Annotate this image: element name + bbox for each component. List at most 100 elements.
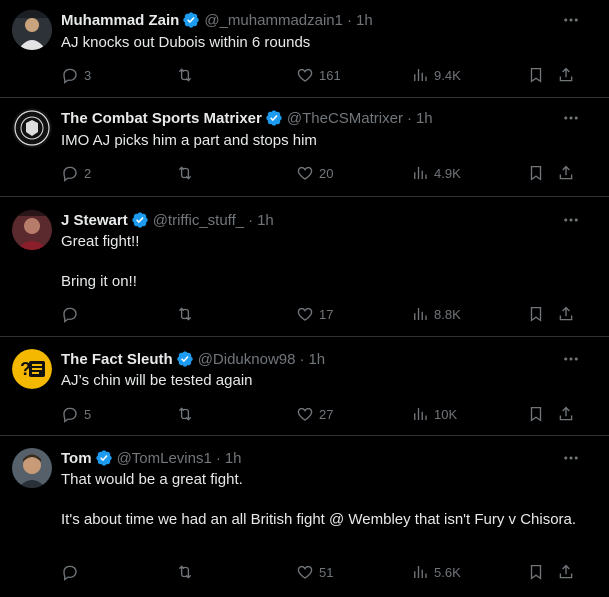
heart-icon — [297, 307, 313, 321]
timestamp[interactable]: 1h — [416, 110, 433, 127]
share-icon — [559, 67, 573, 82]
heart-icon — [297, 166, 313, 180]
like-count: 20 — [319, 165, 334, 181]
views-button[interactable]: 4.9K — [411, 163, 461, 183]
tweet[interactable]: The Combat Sports Matrixer @TheCSMatrixe… — [0, 98, 609, 197]
repost-icon — [178, 166, 192, 180]
like-button[interactable]: 17 — [296, 304, 333, 324]
tweet-text-line: Bring it on!! — [61, 273, 137, 290]
like-count: 161 — [319, 67, 341, 83]
bookmark-icon — [530, 306, 542, 322]
more-options-icon[interactable] — [561, 108, 581, 128]
reply-count: 5 — [84, 406, 92, 422]
view-count: 5.6K — [434, 564, 461, 580]
handle[interactable]: @Diduknow98 — [198, 351, 296, 368]
more-options-icon[interactable] — [561, 349, 581, 369]
tweet-text-line: Great fight!! — [61, 233, 140, 250]
tweet-header: The Fact Sleuth @Diduknow98 · 1h — [61, 349, 325, 369]
verified-badge-icon — [183, 12, 200, 28]
views-button[interactable]: 10K — [411, 404, 457, 424]
share-button[interactable] — [557, 65, 575, 85]
tweet-text: IMO AJ picks him a part and stops him — [61, 131, 581, 151]
reply-button[interactable] — [61, 562, 84, 582]
display-name[interactable]: Muhammad Zain — [61, 12, 179, 29]
share-button[interactable] — [557, 404, 575, 424]
heart-icon — [297, 565, 313, 579]
share-button[interactable] — [557, 562, 575, 582]
display-name[interactable]: J Stewart — [61, 212, 128, 229]
like-button[interactable]: 27 — [296, 404, 333, 424]
reply-button[interactable]: 3 — [61, 65, 91, 85]
analytics-icon — [414, 167, 427, 179]
avatar[interactable] — [12, 108, 52, 148]
handle[interactable]: @TheCSMatrixer — [287, 110, 403, 127]
views-button[interactable]: 5.6K — [411, 562, 461, 582]
display-name[interactable]: The Combat Sports Matrixer — [61, 110, 262, 127]
repost-button[interactable] — [176, 65, 199, 85]
analytics-icon — [414, 308, 427, 320]
reply-button[interactable] — [61, 304, 84, 324]
view-count: 4.9K — [434, 165, 461, 181]
display-name[interactable]: The Fact Sleuth — [61, 351, 173, 368]
more-options-icon[interactable] — [561, 10, 581, 30]
views-button[interactable]: 8.8K — [411, 304, 461, 324]
analytics-icon — [414, 408, 427, 420]
like-button[interactable]: 161 — [296, 65, 341, 85]
tweet[interactable]: ? The Fact Sleuth @Diduknow98 · 1h AJ’s … — [0, 337, 609, 436]
view-count: 9.4K — [434, 67, 461, 83]
share-icon — [559, 306, 573, 321]
share-icon — [559, 406, 573, 421]
like-button[interactable]: 20 — [296, 163, 333, 183]
tweet-text: AJ’s chin will be tested again — [61, 371, 581, 391]
repost-button[interactable] — [176, 304, 199, 324]
handle[interactable]: @triffic_stuff_ — [153, 212, 244, 229]
tweet-header: Tom @TomLevins1 · 1h — [61, 448, 242, 468]
separator-dot: · — [406, 109, 412, 127]
bookmark-button[interactable] — [527, 562, 545, 582]
repost-button[interactable] — [176, 163, 199, 183]
share-button[interactable] — [557, 163, 575, 183]
avatar[interactable] — [12, 448, 52, 488]
bookmark-button[interactable] — [527, 163, 545, 183]
action-bar: 51 5.6K — [61, 562, 581, 582]
like-button[interactable]: 51 — [296, 562, 333, 582]
bookmark-button[interactable] — [527, 65, 545, 85]
tweet-text-line: AJ knocks out Dubois within 6 rounds — [61, 34, 311, 51]
timestamp[interactable]: 1h — [257, 212, 274, 229]
repost-button[interactable] — [176, 404, 199, 424]
timestamp[interactable]: 1h — [225, 450, 242, 467]
more-options-icon[interactable] — [561, 210, 581, 230]
tweet[interactable]: Muhammad Zain @_muhammadzain1 · 1h AJ kn… — [0, 0, 609, 98]
timestamp[interactable]: 1h — [356, 12, 373, 29]
tweet-text: AJ knocks out Dubois within 6 rounds — [61, 33, 581, 53]
bookmark-icon — [530, 564, 542, 580]
views-button[interactable]: 9.4K — [411, 65, 461, 85]
analytics-icon — [414, 566, 427, 578]
display-name[interactable]: Tom — [61, 450, 92, 467]
action-bar: 5 27 10K — [61, 404, 581, 424]
reply-icon — [63, 166, 77, 182]
reply-button[interactable]: 2 — [61, 163, 91, 183]
timestamp[interactable]: 1h — [308, 351, 325, 368]
verified-badge-icon — [132, 212, 148, 228]
separator-dot: · — [299, 350, 305, 368]
tweet[interactable]: J Stewart @triffic_stuff_ · 1h Great fig… — [0, 197, 609, 337]
repost-icon — [178, 565, 192, 579]
share-button[interactable] — [557, 304, 575, 324]
avatar[interactable]: ? — [12, 349, 52, 389]
tweet[interactable]: Tom @TomLevins1 · 1h That would be a gre… — [0, 436, 609, 597]
avatar[interactable] — [12, 210, 52, 250]
bookmark-button[interactable] — [527, 404, 545, 424]
handle[interactable]: @TomLevins1 — [117, 450, 212, 467]
reply-button[interactable]: 5 — [61, 404, 91, 424]
repost-button[interactable] — [176, 562, 199, 582]
avatar[interactable] — [12, 10, 52, 50]
like-count: 17 — [319, 306, 334, 322]
handle[interactable]: @_muhammadzain1 — [204, 12, 343, 29]
repost-icon — [178, 68, 192, 82]
bookmark-button[interactable] — [527, 304, 545, 324]
tweet-text: Great fight!! Bring it on!! — [61, 232, 581, 292]
separator-dot: · — [347, 11, 352, 29]
more-options-icon[interactable] — [561, 448, 581, 468]
tweet-text-line: It's about time we had an all British fi… — [61, 511, 577, 528]
